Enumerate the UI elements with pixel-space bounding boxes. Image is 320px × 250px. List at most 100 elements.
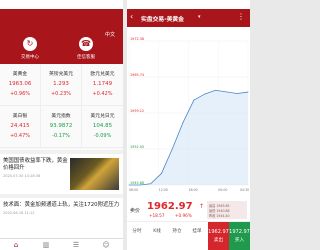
quote-name: 欧元兑美元 <box>90 72 115 77</box>
news-item[interactable]: 技术面：黄金加频通道上轨，关注1720附近压力 2020-06-18 11:12 <box>3 202 120 215</box>
price-chart[interactable]: 1972.36 1965.74 1959.12 1952.50 1945.88 06:00… <box>127 27 250 199</box>
quote-card-gbpusd[interactable]: 英镑兑美元 1.293 +0.23% <box>41 64 82 106</box>
quote-name: 美黄金 <box>12 72 28 77</box>
quote-card-eurusd[interactable]: 欧元兑美元 1.1749 +0.42% <box>82 64 123 106</box>
data-point <box>247 91 249 93</box>
trading-screen: ‹ 实盘交易-美黄金 ▾ ⋮ 1972.36 1965.74 1959.12 1952… <box>127 0 250 250</box>
quote-price: 24.415 <box>10 123 30 129</box>
data-point <box>128 184 130 186</box>
buy-button[interactable]: 1972.97 买入 <box>229 222 250 250</box>
quote-card-usdjpy[interactable]: 美元兑日元 104.85 -0.09% <box>82 106 123 148</box>
price-change-pct: +0.96% <box>175 213 192 218</box>
news-list: 美国国债收益率下跌，黄金价格回升 2020-07-30 14:28:38 技术面… <box>0 150 123 238</box>
user-icon: ☺ <box>102 241 110 249</box>
quote-price: 1.293 <box>53 81 69 87</box>
quote-name: 美白银 <box>12 114 28 119</box>
data-point <box>236 93 238 94</box>
price-change: +18.57 <box>149 213 165 218</box>
price-summary: 卖价 1962.97 ↑ +18.57 +0.96% 最高 1963.65 最低… <box>127 199 250 221</box>
data-point <box>182 121 184 123</box>
trade-center-icon: ↻ <box>23 37 37 51</box>
more-icon[interactable]: ⋮ <box>237 12 245 22</box>
customer-service-label: 佳信客服 <box>77 55 95 60</box>
news-title: 技术面：黄金加频通道上轨，关注1720附近压力 <box>3 202 120 208</box>
data-point <box>139 184 141 186</box>
price-chart-svg: 1972.361965.741959.121952.501945.8806:00… <box>128 37 249 192</box>
language-button[interactable]: 中文 <box>105 31 115 38</box>
buy-price: 1972.97 <box>229 229 250 235</box>
info-prev-close: 昨收 1944.40 <box>209 214 230 218</box>
quote-name: 英镑兑美元 <box>49 72 73 77</box>
quote-name: 美元指数 <box>51 114 71 119</box>
tab-timeline[interactable]: 分时 <box>128 228 146 234</box>
tab-market[interactable]: ▥ <box>31 240 61 250</box>
quote-grid: 美黄金 1963.06 +0.96% 英镑兑美元 1.293 +0.23% 欧元… <box>0 64 123 150</box>
data-point <box>171 148 173 150</box>
y-tick-label: 1959.12 <box>130 109 144 113</box>
sell-label: 卖出 <box>213 238 224 243</box>
quote-change: +0.47% <box>9 133 31 139</box>
data-point <box>225 91 227 93</box>
bid-label: 卖价 <box>130 208 141 214</box>
tab-home[interactable]: ⌂ <box>1 240 31 250</box>
news-meta: 2020-06-18 11:12 <box>3 211 35 215</box>
trade-bar: 分时 K线 持仓 挂单 1962.97 卖出 1972.97 买入 <box>127 221 250 250</box>
arrow-up-icon: ↑ <box>199 203 205 210</box>
buy-label: 买入 <box>234 238 245 243</box>
news-thumbnail[interactable] <box>70 158 119 190</box>
x-tick-label: 00:00 <box>218 188 227 192</box>
quote-name: 美元兑日元 <box>90 114 115 119</box>
quote-price: 1963.06 <box>8 81 32 87</box>
bottom-tab-bar: ⌂ ▥ ☰ ☺ <box>0 238 123 250</box>
quote-card-gold[interactable]: 美黄金 1963.06 +0.96% <box>0 64 41 106</box>
quote-card-silver[interactable]: 美白银 24.415 +0.47% <box>0 106 41 148</box>
quote-card-dxy[interactable]: 美元指数 93.9872 -0.17% <box>41 106 82 148</box>
sell-button[interactable]: 1962.97 卖出 <box>208 222 229 250</box>
x-tick-label: 04:30 <box>240 188 249 192</box>
customer-service-icon: ☎ <box>79 37 93 51</box>
news-meta: 2020-07-30 14:28:38 <box>3 174 41 178</box>
news-title: 美国国债收益率下跌，黄金价格回升 <box>3 158 68 171</box>
quote-price: 93.9872 <box>49 123 73 129</box>
y-tick-label: 1952.50 <box>130 145 144 149</box>
sell-price: 1962.97 <box>208 229 229 235</box>
data-point <box>215 89 216 91</box>
page-title: 实盘交易-美黄金 <box>141 17 184 23</box>
news-item[interactable]: 美国国债收益率下跌，黄金价格回升 2020-07-30 14:28:38 <box>3 158 69 178</box>
quote-change: -0.17% <box>52 133 70 139</box>
trade-center-button[interactable]: ↻ 交易中心 <box>10 37 50 60</box>
divider <box>0 194 123 198</box>
tab-positions[interactable]: 持仓 <box>168 228 186 234</box>
news-icon: ☰ <box>72 241 80 249</box>
home-screen: 中文 ↻ 交易中心 ☎ 佳信客服 美黄金 1963.06 +0.96% 英镑兑美… <box>0 0 123 250</box>
quote-price: 104.85 <box>92 123 113 129</box>
quote-price: 1.1749 <box>92 81 113 87</box>
current-price: 1962.97 <box>147 201 193 212</box>
quote-change: -0.09% <box>93 133 112 139</box>
chart-icon: ▥ <box>42 241 50 249</box>
tab-orders[interactable]: 挂单 <box>188 228 206 234</box>
data-point <box>204 93 206 95</box>
home-header: 中文 ↻ 交易中心 ☎ 佳信客服 <box>0 9 123 64</box>
y-tick-label: 1965.74 <box>130 73 144 77</box>
price-info-box: 最高 1963.65 最低 1940.88 昨收 1944.40 <box>207 201 247 219</box>
divider <box>0 150 123 154</box>
tab-news[interactable]: ☰ <box>61 240 91 250</box>
data-point <box>150 183 152 185</box>
quote-change: +0.96% <box>9 91 31 97</box>
home-icon: ⌂ <box>13 241 19 249</box>
trading-header: ‹ 实盘交易-美黄金 ▾ ⋮ <box>127 9 250 27</box>
customer-service-button[interactable]: ☎ 佳信客服 <box>66 37 106 60</box>
x-tick-label: 06:00 <box>129 188 138 192</box>
data-point <box>161 173 162 174</box>
tab-kline[interactable]: K线 <box>148 228 166 234</box>
x-tick-label: 12:00 <box>159 188 168 192</box>
back-arrow-icon[interactable]: ‹ <box>130 12 133 22</box>
trade-center-label: 交易中心 <box>21 55 39 60</box>
chevron-down-icon[interactable]: ▾ <box>198 14 201 20</box>
quote-change: +0.23% <box>50 91 72 97</box>
tab-profile[interactable]: ☺ <box>91 240 121 250</box>
y-tick-label: 1972.36 <box>130 37 144 41</box>
x-tick-label: 18:00 <box>189 188 198 192</box>
data-point <box>193 99 195 101</box>
